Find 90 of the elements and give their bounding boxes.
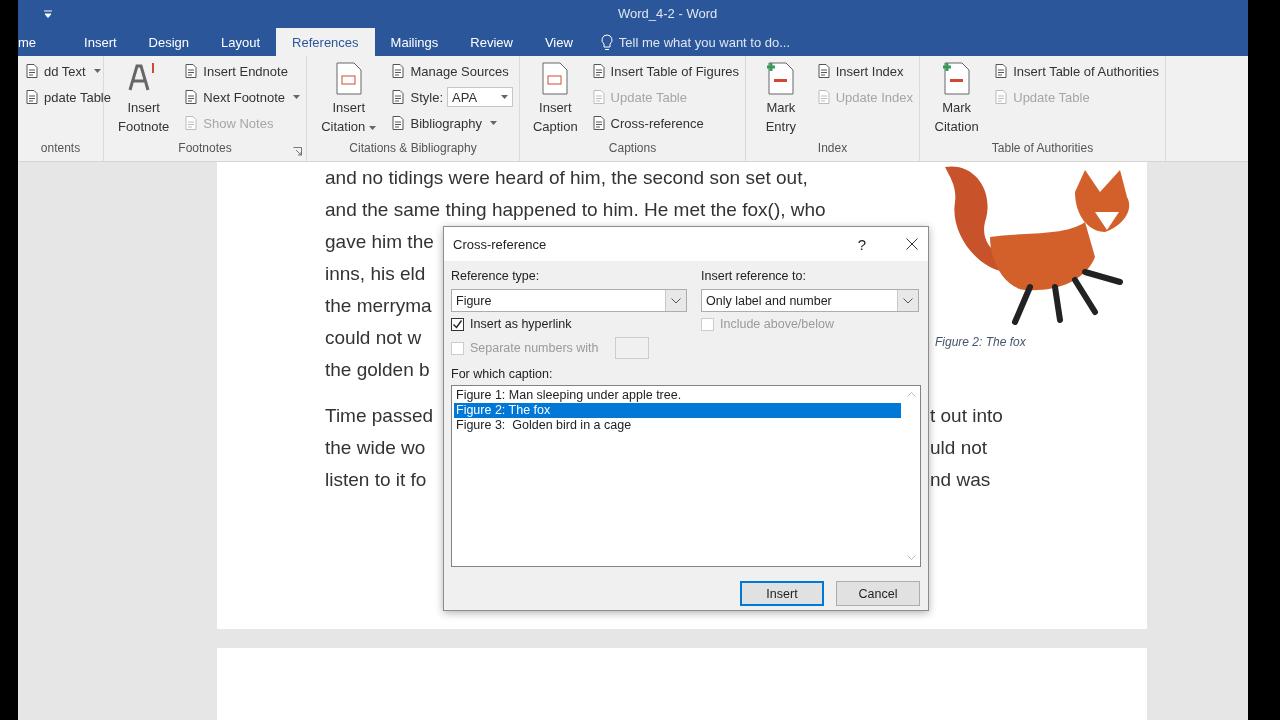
ribbon-button[interactable]: Insert Table of Figures bbox=[590, 60, 739, 82]
group-label: Table of Authorities bbox=[991, 141, 1094, 157]
close-icon[interactable] bbox=[906, 238, 918, 250]
ribbon-button[interactable]: Insert Table of Authorities bbox=[993, 60, 1159, 82]
document-icon bbox=[183, 115, 200, 131]
figure-caption: Figure 2: The fox bbox=[935, 335, 1026, 349]
group-label: ontents bbox=[40, 141, 81, 157]
insert-reference-dropdown[interactable]: Only label and number bbox=[701, 289, 919, 312]
dialog-launcher-icon[interactable] bbox=[293, 147, 302, 156]
document-text: inns, his eld bbox=[325, 262, 426, 286]
document-icon bbox=[764, 60, 797, 96]
document-text: nd was bbox=[930, 468, 991, 492]
ribbon-button[interactable]: Manage Sources bbox=[390, 60, 513, 82]
document-text: gave him the bbox=[325, 230, 434, 254]
customize-toolbar-icon[interactable] bbox=[44, 10, 52, 18]
document-icon bbox=[815, 63, 832, 79]
ribbon-tab[interactable]: Layout bbox=[205, 28, 277, 56]
document-text: and the same thing happened to him. He met the fox(), who bbox=[325, 198, 826, 222]
ribbon-button[interactable]: Insert Index bbox=[815, 60, 913, 82]
document-text: uld not bbox=[930, 436, 988, 460]
tell-me-field[interactable]: Tell me what you want to do... bbox=[600, 28, 791, 56]
group-label: Footnotes bbox=[178, 141, 232, 157]
document-text: the merryma bbox=[325, 294, 432, 318]
ribbon-button[interactable]: Insert Endnote bbox=[183, 60, 300, 82]
caption-item[interactable]: Figure 1: Man sleeping under apple tree. bbox=[454, 388, 901, 403]
document-icon bbox=[390, 89, 407, 105]
window-title: Word_4-2 - Word bbox=[618, 6, 718, 21]
field-label: Insert reference to: bbox=[701, 269, 807, 283]
document-icon bbox=[590, 115, 607, 131]
group-label: Index bbox=[817, 141, 848, 157]
document-icon bbox=[183, 89, 200, 105]
caption-item[interactable]: Figure 2: The fox bbox=[454, 403, 901, 418]
chevron-down-icon bbox=[903, 297, 913, 304]
ribbon-button[interactable]: pdate Table bbox=[24, 86, 111, 108]
lightbulb-icon bbox=[600, 33, 613, 51]
document-icon bbox=[590, 89, 607, 105]
caption-item[interactable]: Figure 3: Golden bird in a cage bbox=[454, 418, 901, 433]
ribbon-tab[interactable]: View bbox=[528, 28, 589, 56]
ribbon-tab[interactable]: Mailings bbox=[374, 28, 455, 56]
ribbon-button[interactable]: Insert Footnote bbox=[110, 60, 178, 140]
group-label: Citations & Bibliography bbox=[349, 141, 477, 157]
caret-icon bbox=[501, 95, 508, 99]
dialog-title: Cross-reference bbox=[453, 236, 548, 252]
scroll-up-icon[interactable] bbox=[907, 392, 916, 397]
group-label: Captions bbox=[608, 141, 657, 157]
ribbon-button[interactable]: Insert Citation bbox=[313, 60, 385, 140]
ribbon-tab[interactable]: Insert bbox=[68, 28, 133, 56]
checkbox-label: Include above/below bbox=[720, 317, 834, 331]
checkbox[interactable] bbox=[451, 317, 464, 331]
document-text: could not w bbox=[325, 326, 422, 350]
document-icon bbox=[390, 63, 407, 79]
caption-list[interactable]: Figure 1: Man sleeping under apple tree. Figure 2: The fox Figure 3: Golden bird in a cage bbox=[451, 385, 921, 567]
ribbon-tab[interactable]: References bbox=[276, 28, 375, 56]
document-icon bbox=[24, 89, 40, 105]
field-label: Reference type: bbox=[451, 269, 541, 283]
dialog-button[interactable]: Insert bbox=[740, 581, 824, 606]
ribbon-tab[interactable]: Review bbox=[454, 28, 529, 56]
chevron-down-icon bbox=[671, 297, 681, 304]
document-icon bbox=[815, 89, 832, 105]
style-label: Style: bbox=[410, 89, 443, 105]
checkbox-label: Insert as hyperlink bbox=[470, 317, 572, 331]
dialog-button[interactable]: Cancel bbox=[836, 581, 920, 606]
ribbon-tab[interactable]: me bbox=[18, 28, 53, 56]
ribbon-button[interactable]: Next Footnote bbox=[183, 86, 300, 108]
document-text: the golden b bbox=[325, 358, 430, 382]
document-icon bbox=[940, 60, 973, 96]
document-icon bbox=[183, 63, 200, 79]
ribbon-button[interactable]: Cross-reference bbox=[590, 112, 739, 134]
style-dropdown[interactable]: APA bbox=[447, 87, 513, 107]
document-icon bbox=[590, 63, 607, 79]
scroll-down-icon[interactable] bbox=[907, 555, 916, 560]
document-text: the wide wo bbox=[325, 436, 426, 460]
document-text: t out into bbox=[930, 404, 1003, 428]
reference-type-dropdown[interactable]: Figure bbox=[451, 289, 687, 312]
ribbon-tab[interactable]: Design bbox=[132, 28, 206, 56]
help-button[interactable]: ? bbox=[857, 235, 866, 253]
checkbox-label: Separate numbers with bbox=[470, 341, 599, 355]
document-icon bbox=[390, 115, 407, 131]
ribbon-button[interactable]: Mark Citation bbox=[926, 60, 988, 140]
document-text: and no tidings were heard of him, the second son set out, bbox=[325, 166, 808, 190]
ribbon-button[interactable]: Mark Entry bbox=[752, 60, 810, 140]
document-text: listen to it fo bbox=[325, 468, 427, 492]
document-text: Time passed bbox=[325, 404, 434, 428]
document-icon bbox=[993, 63, 1010, 79]
document-icon bbox=[993, 89, 1010, 105]
ribbon-button[interactable]: Insert Caption bbox=[526, 60, 585, 140]
ribbon-button[interactable]: dd Text bbox=[24, 60, 111, 82]
ribbon-button[interactable]: Bibliography bbox=[390, 112, 513, 134]
field-label: For which caption: bbox=[451, 367, 554, 381]
document-icon bbox=[24, 63, 40, 79]
